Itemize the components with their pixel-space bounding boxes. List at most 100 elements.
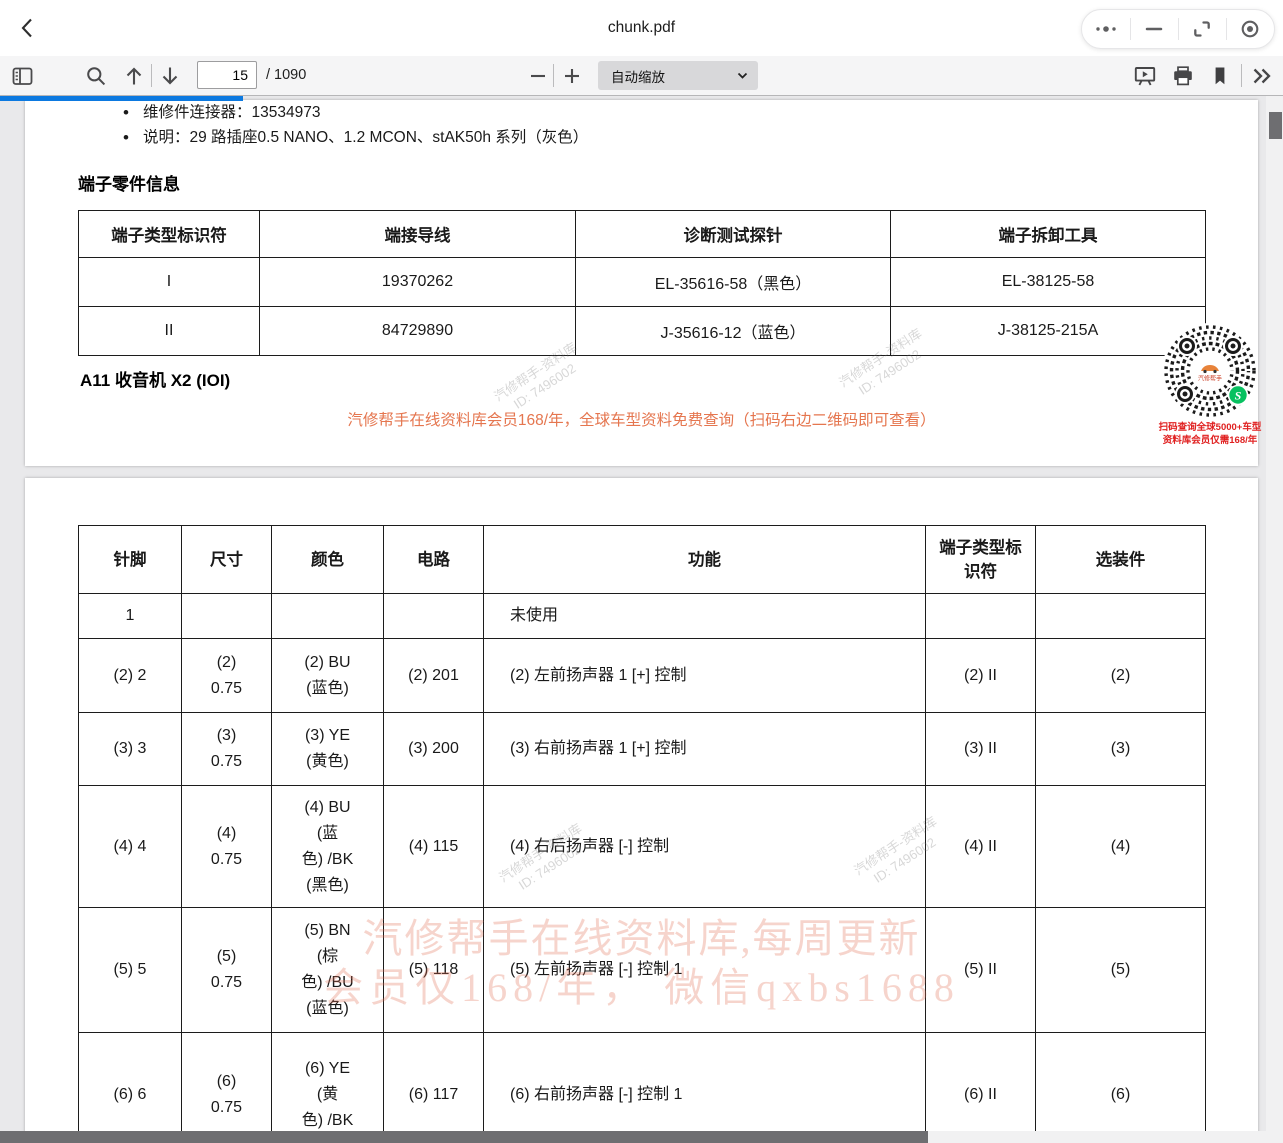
wechat-miniprogram-qr-code: 汽修帮手 S <box>1160 321 1260 421</box>
record-target-button[interactable] <box>1226 10 1274 48</box>
presentation-icon <box>1133 64 1157 88</box>
table-cell: (2) BU (蓝色) <box>272 639 384 713</box>
table-cell: (3) 3 <box>79 713 182 786</box>
table-row: (2) 2 (2) 0.75 (2) BU (蓝色) (2) 201 (2) 左… <box>79 639 1206 713</box>
table-cell: (4) II <box>926 786 1036 908</box>
more-tools-button[interactable] <box>1248 62 1276 90</box>
table-cell: (3) YE (黄色) <box>272 713 384 786</box>
table-cell: (2) 左前扬声器 1 [+] 控制 <box>484 639 926 713</box>
table-cell: (4) 4 <box>79 786 182 908</box>
app-titlebar: chunk.pdf <box>0 0 1283 57</box>
zoom-in-button[interactable] <box>558 62 586 90</box>
column-header: 端子类型标识符 <box>79 211 260 258</box>
previous-page-button[interactable] <box>120 62 148 90</box>
table-header-row: 端子类型标识符 端接导线 诊断测试探针 端子拆卸工具 <box>79 211 1206 258</box>
zoom-out-button[interactable] <box>524 62 552 90</box>
table-cell: (6) 6 <box>79 1033 182 1143</box>
minimize-button[interactable] <box>1130 10 1178 48</box>
zoom-mode-label: 自动缩放 <box>598 66 665 86</box>
bullet-list: 维修件连接器：13534973 说明：29 路插座0.5 NANO、1.2 MC… <box>121 100 588 150</box>
table-cell: (6) 0.75 <box>182 1033 272 1143</box>
ellipsis-icon <box>1093 17 1119 41</box>
table-cell <box>272 594 384 639</box>
table-cell: (6) <box>1036 1033 1206 1143</box>
page-number-input[interactable] <box>197 61 257 89</box>
table-cell: (4) <box>1036 786 1206 908</box>
table-cell: (2) II <box>926 639 1036 713</box>
table-row: (5) 5 (5) 0.75 (5) BN (棕 色) /BU (蓝色) (5)… <box>79 908 1206 1033</box>
table-cell: (4) BU (蓝 色) /BK (黑色) <box>272 786 384 908</box>
column-header: 诊断测试探针 <box>576 211 891 258</box>
table-cell <box>926 594 1036 639</box>
section-title-terminal-parts: 端子零件信息 <box>78 170 180 195</box>
table-cell: (4) 右后扬声器 [-] 控制 <box>484 786 926 908</box>
table-cell: II <box>79 307 260 356</box>
table-cell <box>182 594 272 639</box>
table-cell: 19370262 <box>260 258 576 307</box>
printer-icon <box>1171 64 1195 88</box>
table-cell: (5) 左前扬声器 [-] 控制 1 <box>484 908 926 1033</box>
table-cell: (3) 0.75 <box>182 713 272 786</box>
table-cell: EL-38125-58 <box>891 258 1206 307</box>
table-cell: (5) 0.75 <box>182 908 272 1033</box>
table-cell: (3) 右前扬声器 1 [+] 控制 <box>484 713 926 786</box>
connector-pinout-table: 针脚 尺寸 颜色 电路 功能 端子类型标 识符 选装件 1 未使用 (2) 2 … <box>78 525 1206 1143</box>
column-header: 颜色 <box>272 526 384 594</box>
page-count-label: / 1090 <box>266 56 306 95</box>
table-cell: (5) <box>1036 908 1206 1033</box>
table-cell: (5) II <box>926 908 1036 1033</box>
next-page-button[interactable] <box>156 62 184 90</box>
sidebar-toggle-button[interactable] <box>8 62 36 90</box>
table-cell: (5) 5 <box>79 908 182 1033</box>
table-row: (6) 6 (6) 0.75 (6) YE (黄 色) /BK (6) 117 … <box>79 1033 1206 1143</box>
vertical-scrollbar-track[interactable] <box>1266 96 1283 1143</box>
loading-progress-bar <box>0 96 243 101</box>
table-cell: (3) II <box>926 713 1036 786</box>
double-chevron-right-icon <box>1250 64 1274 88</box>
window-controls <box>1081 9 1275 49</box>
zoom-mode-select[interactable]: 自动缩放 <box>598 61 758 90</box>
table-cell: J-38125-215A <box>891 307 1206 356</box>
bookmark-current-view-button[interactable] <box>1206 62 1234 90</box>
bullet-item: 说明：29 路插座0.5 NANO、1.2 MCON、stAK50h 系列（灰色… <box>121 125 588 150</box>
search-button[interactable] <box>82 62 110 90</box>
table-cell: (2) <box>1036 639 1206 713</box>
sidebar-toggle-icon <box>11 65 34 88</box>
column-header: 端子类型标 识符 <box>926 526 1036 594</box>
table-cell: J-35616-12（蓝色） <box>576 307 891 356</box>
minus-icon <box>527 65 549 87</box>
arrow-down-icon <box>159 65 181 87</box>
column-header: 电路 <box>384 526 484 594</box>
plus-icon <box>561 65 583 87</box>
horizontal-scrollbar-track[interactable] <box>0 1131 1266 1143</box>
table-cell: 未使用 <box>484 594 926 639</box>
table-row: (3) 3 (3) 0.75 (3) YE (黄色) (3) 200 (3) 右… <box>79 713 1206 786</box>
bullet-item: 维修件连接器：13534973 <box>121 100 588 125</box>
more-options-button[interactable] <box>1082 10 1130 48</box>
table-row: II 84729890 J-35616-12（蓝色） J-38125-215A <box>79 307 1206 356</box>
restore-window-button[interactable] <box>1178 10 1226 48</box>
column-header: 针脚 <box>79 526 182 594</box>
pdf-toolbar: / 1090 自动缩放 <box>0 56 1283 96</box>
column-header: 端接导线 <box>260 211 576 258</box>
svg-text:汽修帮手: 汽修帮手 <box>1198 375 1222 383</box>
print-button[interactable] <box>1169 62 1197 90</box>
presentation-mode-button[interactable] <box>1131 62 1159 90</box>
vertical-scrollbar-thumb[interactable] <box>1269 112 1282 139</box>
bookmark-icon <box>1208 64 1232 88</box>
table-cell <box>1036 594 1206 639</box>
column-header: 选装件 <box>1036 526 1206 594</box>
table-row: 1 未使用 <box>79 594 1206 639</box>
circle-dot-icon <box>1238 17 1262 41</box>
table-header-row: 针脚 尺寸 颜色 电路 功能 端子类型标 识符 选装件 <box>79 526 1206 594</box>
search-icon <box>85 65 107 87</box>
horizontal-scrollbar-thumb[interactable] <box>0 1131 928 1143</box>
table-cell: (3) 200 <box>384 713 484 786</box>
terminal-parts-table: 端子类型标识符 端接导线 诊断测试探针 端子拆卸工具 I 19370262 EL… <box>78 210 1206 356</box>
table-cell: (6) II <box>926 1033 1036 1143</box>
table-cell: 1 <box>79 594 182 639</box>
pdf-viewer-area: 维修件连接器：13534973 说明：29 路插座0.5 NANO、1.2 MC… <box>0 96 1283 1143</box>
table-cell: (6) 右前扬声器 [-] 控制 1 <box>484 1033 926 1143</box>
arrow-up-icon <box>123 65 145 87</box>
restore-icon <box>1190 17 1214 41</box>
